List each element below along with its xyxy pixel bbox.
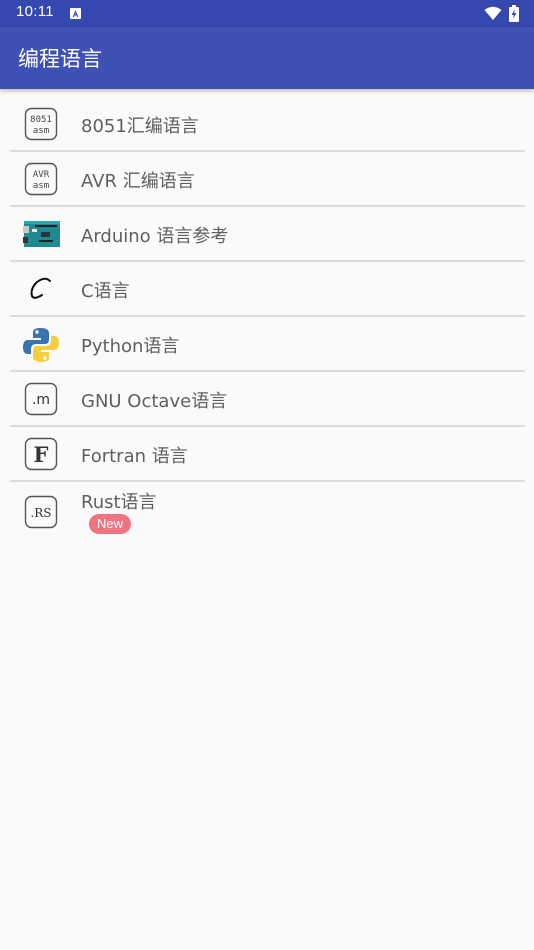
list-item-rust[interactable]: .RS Rust语言 New xyxy=(10,482,525,542)
asm-8051-icon: 8051 asm xyxy=(23,107,59,141)
octave-m-icon: .m xyxy=(23,382,59,416)
item-label: C语言 xyxy=(81,281,130,302)
fortran-f-icon: F xyxy=(23,437,59,471)
icon-text-line2: asm xyxy=(33,126,49,136)
icon-text: F xyxy=(34,442,49,467)
wifi-icon xyxy=(484,6,502,25)
list-item-python[interactable]: Python语言 xyxy=(10,317,525,372)
icon-text-line1: 8051 xyxy=(30,115,52,125)
list-item-8051-asm[interactable]: 8051 asm 8051汇编语言 xyxy=(10,97,525,152)
list-item-arduino[interactable]: Arduino 语言参考 xyxy=(10,207,525,262)
asm-avr-icon: AVR asm xyxy=(23,162,59,196)
item-label: GNU Octave语言 xyxy=(81,391,228,412)
python-logo-icon xyxy=(23,327,59,362)
item-label: Arduino 语言参考 xyxy=(81,226,229,247)
battery-charging-icon xyxy=(509,5,519,26)
item-label: Rust语言 xyxy=(81,492,157,513)
status-time: 10:11 xyxy=(16,3,54,20)
app-bar: 编程语言 xyxy=(0,27,534,89)
icon-text: .RS xyxy=(30,506,51,520)
item-label: 8051汇编语言 xyxy=(81,116,199,137)
list-item-octave[interactable]: .m GNU Octave语言 xyxy=(10,372,525,427)
icon-text: .m xyxy=(32,392,50,408)
item-label: Python语言 xyxy=(81,336,180,357)
c-letter-icon xyxy=(23,272,59,306)
language-list: 8051 asm 8051汇编语言 AVR asm AVR 汇编语言 Ardui… xyxy=(0,97,534,542)
rust-rs-icon: .RS xyxy=(23,495,59,529)
item-label: AVR 汇编语言 xyxy=(81,171,195,192)
list-item-avr-asm[interactable]: AVR asm AVR 汇编语言 xyxy=(10,152,525,207)
icon-text-line1: AVR xyxy=(33,170,50,180)
status-bar: 10:11 xyxy=(0,0,534,27)
a-letter-icon xyxy=(70,8,81,19)
list-item-fortran[interactable]: F Fortran 语言 xyxy=(10,427,525,482)
icon-text-line2: asm xyxy=(33,181,49,191)
arduino-board-icon xyxy=(23,217,60,251)
new-badge: New xyxy=(89,514,132,534)
list-item-c[interactable]: C语言 xyxy=(10,262,525,317)
item-label: Fortran 语言 xyxy=(81,446,188,467)
page-title: 编程语言 xyxy=(18,47,102,71)
